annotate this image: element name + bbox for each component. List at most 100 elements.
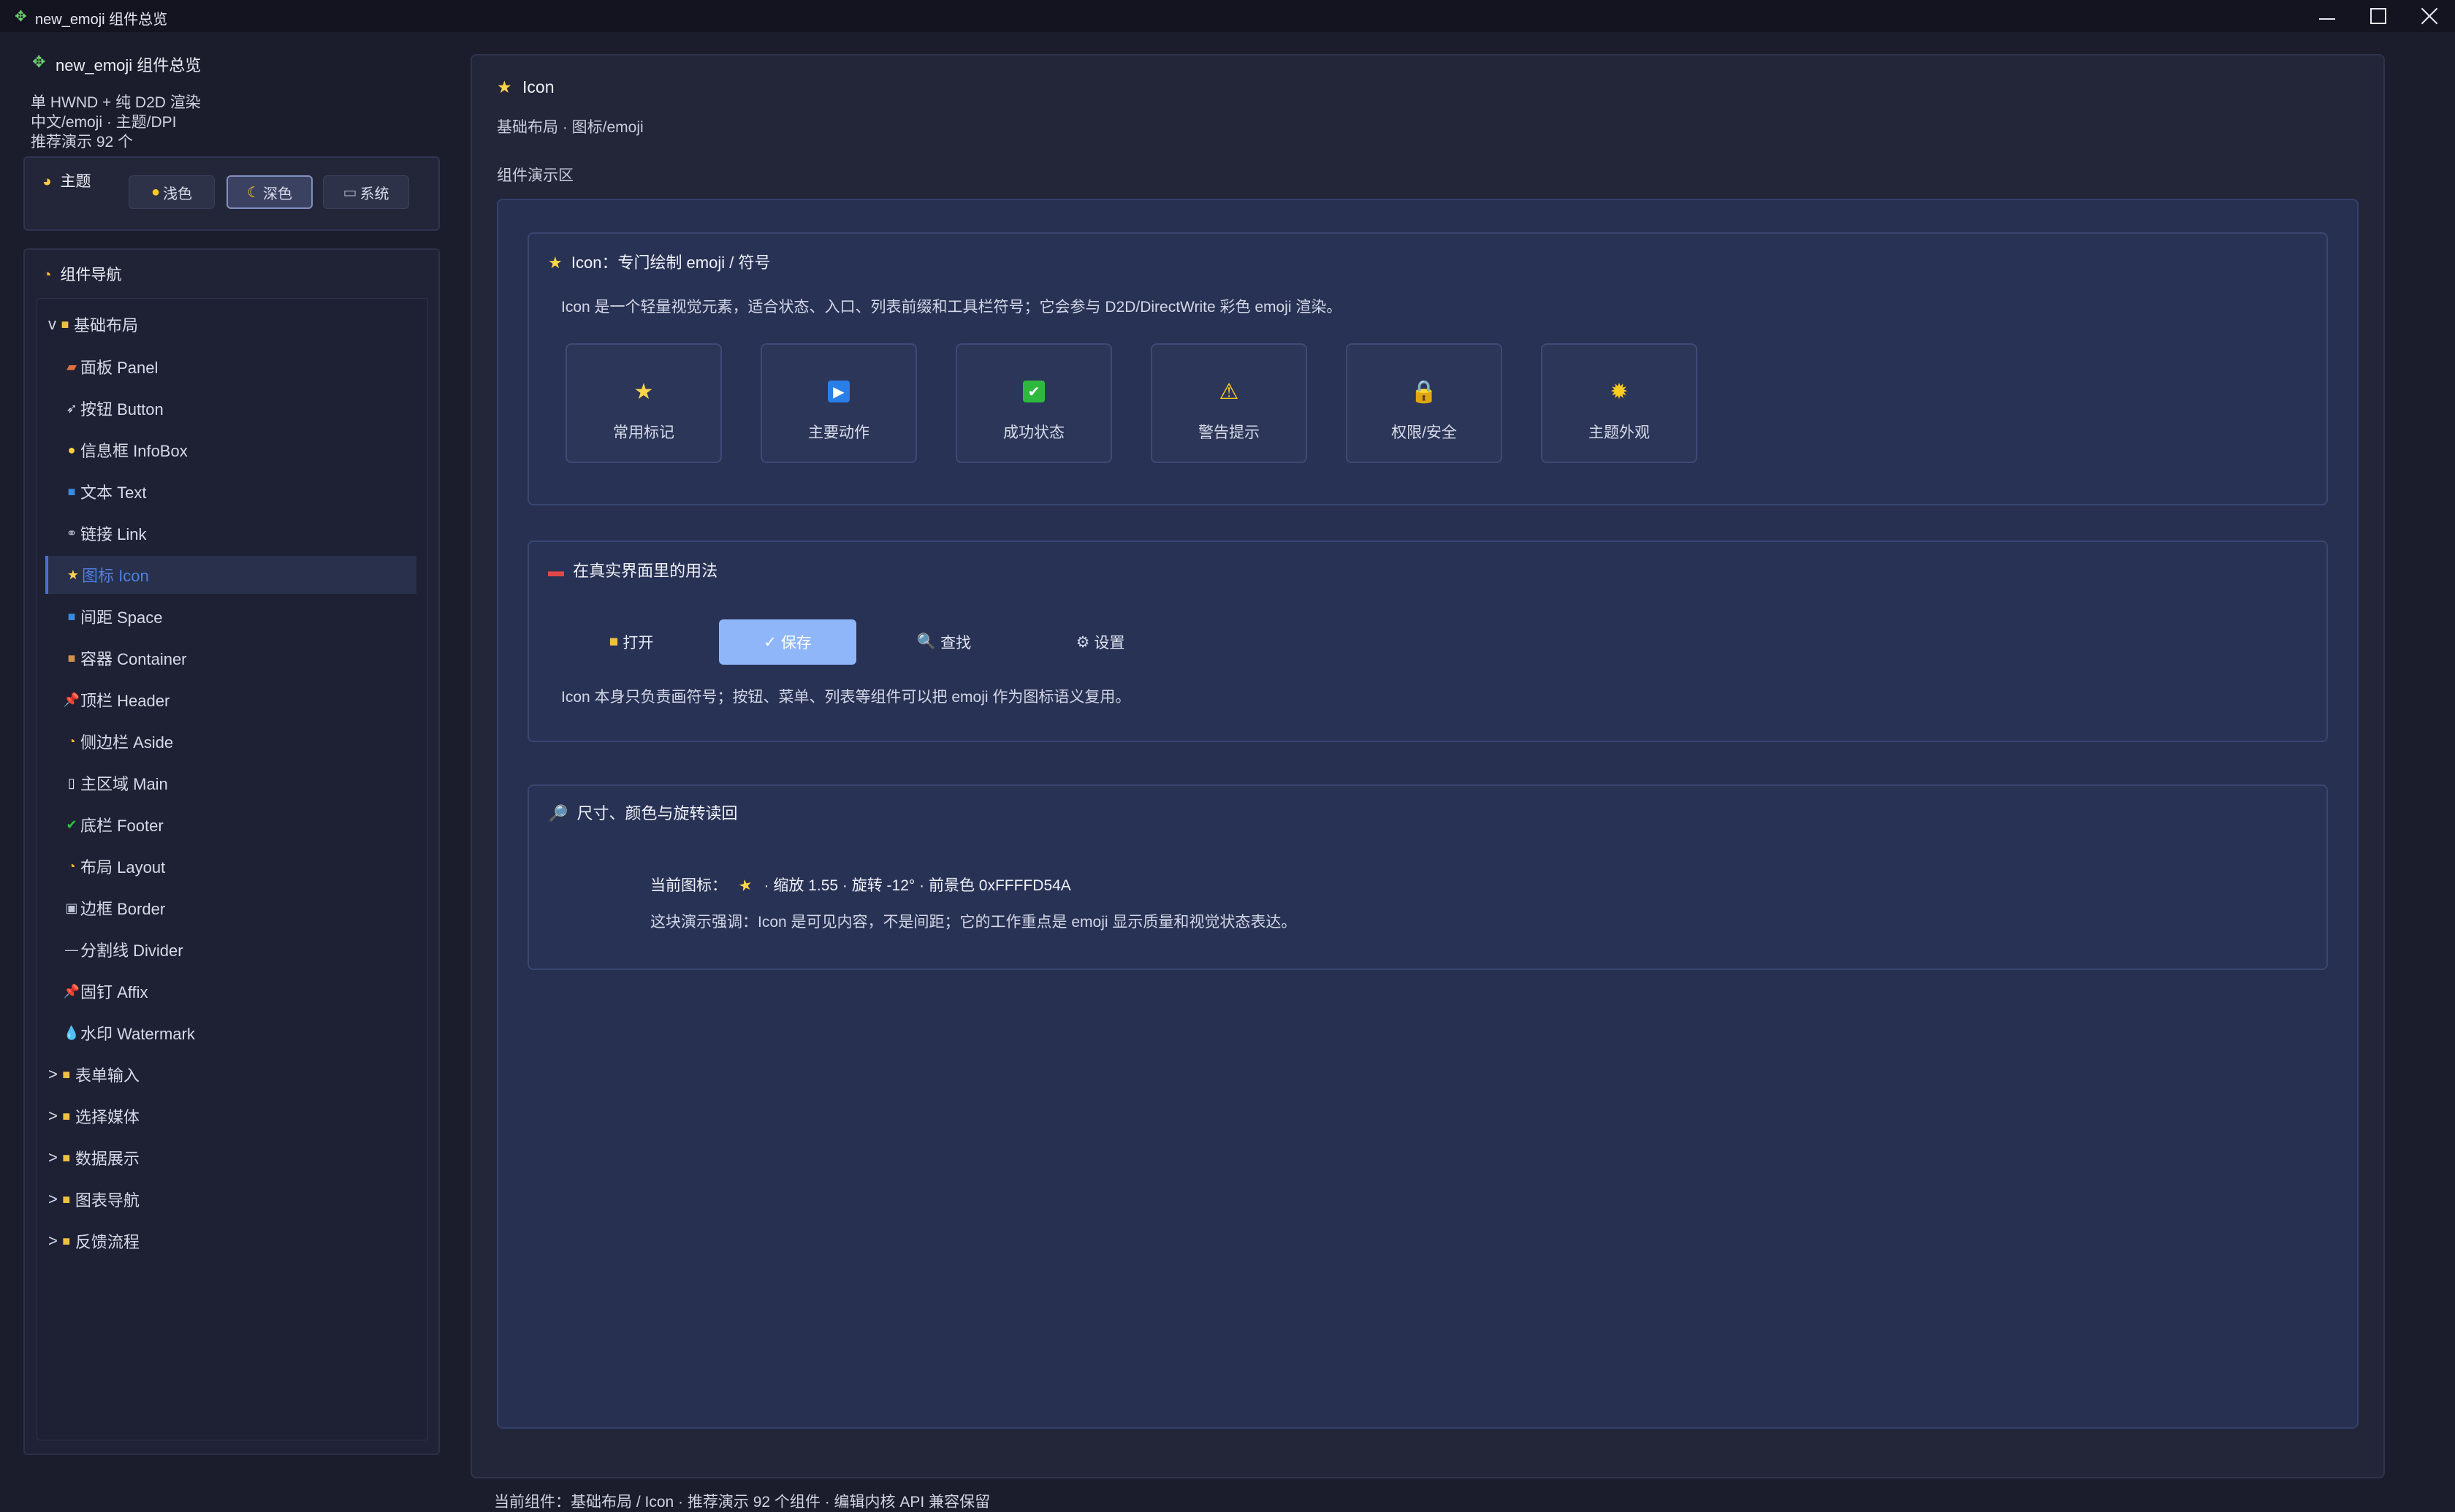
nav-item-label: 图标 Icon — [82, 567, 149, 585]
nav-title-row: ◔ 组件导航 — [42, 263, 122, 285]
tile-label: 成功状态 — [1003, 424, 1065, 441]
nav-item-watermark[interactable]: 💧 水印 Watermark — [58, 1014, 416, 1052]
droplet-icon: 💧 — [63, 1025, 80, 1040]
check-icon: ✔ — [1023, 381, 1045, 402]
toolbox-icon: ▬ — [548, 562, 564, 580]
tile-label: 权限/安全 — [1391, 424, 1457, 441]
minimize-button[interactable] — [2302, 0, 2353, 32]
nav-item-footer[interactable]: ✔ 底栏 Footer — [58, 806, 416, 844]
icon-tile-success[interactable]: ✔ 成功状态 — [956, 343, 1112, 463]
nav-item-label: 底栏 Footer — [80, 817, 164, 835]
settings-button[interactable]: ⚙ 设置 — [1032, 619, 1169, 665]
nav-group-basic-layout[interactable]: v ■ 基础布局 — [48, 305, 416, 343]
magnifier-icon: 🔍 — [916, 633, 937, 650]
close-icon — [2420, 7, 2439, 26]
nav-item-divider[interactable]: — 分割线 Divider — [58, 931, 416, 969]
find-button-label: 查找 — [940, 635, 972, 652]
nav-item-text[interactable]: ■ 文本 Text — [58, 473, 416, 511]
nav-item-label: 按钮 Button — [80, 400, 164, 419]
folder-icon: ■ — [62, 1066, 71, 1082]
box-icon: ■ — [67, 650, 76, 665]
folder-icon: ■ — [609, 633, 619, 650]
star-icon: ★ — [548, 253, 563, 272]
icon-tile-theme[interactable]: ✹ 主题外观 — [1541, 343, 1697, 463]
nav-item-border[interactable]: ▣ 边框 Border — [58, 889, 416, 927]
nav-item-label: 分割线 Divider — [80, 942, 183, 960]
star-icon: ★ — [633, 379, 654, 404]
nav-group-select-media[interactable]: > ■ 选择媒体 — [48, 1097, 416, 1135]
folder-icon: ■ — [62, 1150, 71, 1165]
link-icon: ⚭ — [66, 525, 77, 541]
nav-item-header[interactable]: 📌 顶栏 Header — [58, 681, 416, 719]
sidebar-info-line: 中文/emoji · 主题/DPI — [31, 114, 177, 131]
sun-icon: ✹ — [1610, 379, 1629, 404]
folder-icon: ■ — [61, 316, 69, 332]
card-title-row: ★ Icon：专门绘制 emoji / 符号 — [548, 250, 770, 273]
folder-icon: ■ — [62, 1191, 71, 1207]
theme-label-row: ◕ 主题 — [42, 169, 91, 191]
theme-light-button[interactable]: ● 浅色 — [129, 175, 215, 209]
icon-tile-common[interactable]: ★ 常用标记 — [566, 343, 722, 463]
nav-item-container[interactable]: ■ 容器 Container — [58, 639, 416, 677]
nav-group-data-display[interactable]: > ■ 数据展示 — [48, 1139, 416, 1177]
nav-item-aside[interactable]: ◔ 侧边栏 Aside — [58, 722, 416, 760]
card-description: Icon 是一个轻量视觉元素，适合状态、入口、列表前缀和工具栏符号；它会参与 D… — [561, 299, 1342, 316]
puzzle-icon: ✥ — [15, 9, 27, 25]
icon-tile-primary-action[interactable]: ▶ 主要动作 — [761, 343, 917, 463]
magnifier-icon: 🔎 — [548, 804, 568, 822]
gear-icon: ⚙ — [1076, 633, 1090, 651]
breadcrumb: 基础布局 · 图标/emoji — [497, 119, 644, 136]
nav-item-icon[interactable]: ★ 图标 Icon — [45, 556, 416, 594]
save-button[interactable]: ✓ 保存 — [719, 619, 856, 665]
nav-group-form-input[interactable]: > ■ 表单输入 — [48, 1055, 416, 1093]
laptop-icon: ▭ — [343, 184, 357, 201]
nav-item-panel[interactable]: ▰ 面板 Panel — [58, 348, 416, 386]
find-button[interactable]: 🔍 查找 — [875, 619, 1013, 665]
nav-item-link[interactable]: ⚭ 链接 Link — [58, 514, 416, 552]
nav-group-label: 选择媒体 — [75, 1108, 140, 1126]
theme-system-button[interactable]: ▭ 系统 — [323, 175, 409, 209]
nav-item-label: 间距 Space — [80, 608, 163, 627]
current-icon-detail: · 缩放 1.55 · 旋转 -12° · 前景色 0xFFFFD54A — [764, 877, 1071, 894]
demo-area-label: 组件演示区 — [497, 167, 574, 184]
open-button-label: 打开 — [623, 635, 654, 652]
nav-item-button[interactable]: ➶ 按钮 Button — [58, 389, 416, 427]
check-icon: ✓ — [764, 633, 777, 651]
rocket-icon: ➶ — [66, 400, 77, 416]
clock-icon: ◔ — [67, 733, 76, 749]
check-icon-wrap: ✔ — [1023, 377, 1045, 406]
close-button[interactable] — [2404, 0, 2455, 32]
title-bar: ✥ new_emoji 组件总览 — [0, 0, 2455, 32]
nav-item-main[interactable]: ▯ 主区域 Main — [58, 764, 416, 802]
pin-icon: 📌 — [63, 692, 80, 707]
nav-item-infobox[interactable]: ● 信息框 InfoBox — [58, 431, 416, 469]
nav-item-space[interactable]: ■ 间距 Space — [58, 597, 416, 635]
card-title: Icon：专门绘制 emoji / 符号 — [571, 253, 771, 272]
nav-item-label: 文本 Text — [80, 484, 147, 502]
folder-icon: ■ — [62, 1233, 71, 1248]
theme-dark-label: 深色 — [262, 186, 292, 202]
frame-icon: ▣ — [65, 900, 78, 915]
open-button[interactable]: ■ 打开 — [563, 619, 700, 665]
nav-item-layout[interactable]: ◔ 布局 Layout — [58, 847, 416, 885]
expand-marker: > — [48, 1065, 58, 1083]
nav-group-feedback-flow[interactable]: > ■ 反馈流程 — [48, 1222, 416, 1260]
current-icon-readout: 当前图标： ★ · 缩放 1.55 · 旋转 -12° · 前景色 0xFFFF… — [650, 874, 1071, 896]
theme-dark-button[interactable]: ☾ 深色 — [227, 175, 313, 209]
icon-tile-warning[interactable]: ⚠ 警告提示 — [1151, 343, 1307, 463]
check-icon: ✔ — [66, 817, 77, 832]
sidebar-info-line: 单 HWND + 纯 D2D 渲染 — [31, 94, 201, 111]
page-title: Icon — [522, 77, 555, 96]
warning-icon: ⚠ — [1219, 379, 1239, 404]
nav-item-affix[interactable]: 📌 固钉 Affix — [58, 972, 416, 1010]
nav-group-chart-nav[interactable]: > ■ 图表导航 — [48, 1180, 416, 1218]
icon-tile-security[interactable]: 🔒 权限/安全 — [1346, 343, 1502, 463]
tile-label: 警告提示 — [1198, 424, 1260, 441]
card-title: 尺寸、颜色与旋转读回 — [576, 804, 738, 822]
minimize-icon — [2319, 18, 2335, 20]
card-title-row: 🔎 尺寸、颜色与旋转读回 — [548, 801, 738, 824]
tile-label: 主要动作 — [808, 424, 869, 441]
star-icon: ★ — [497, 77, 512, 96]
theme-light-label: 浅色 — [163, 186, 193, 202]
maximize-button[interactable] — [2353, 0, 2404, 32]
